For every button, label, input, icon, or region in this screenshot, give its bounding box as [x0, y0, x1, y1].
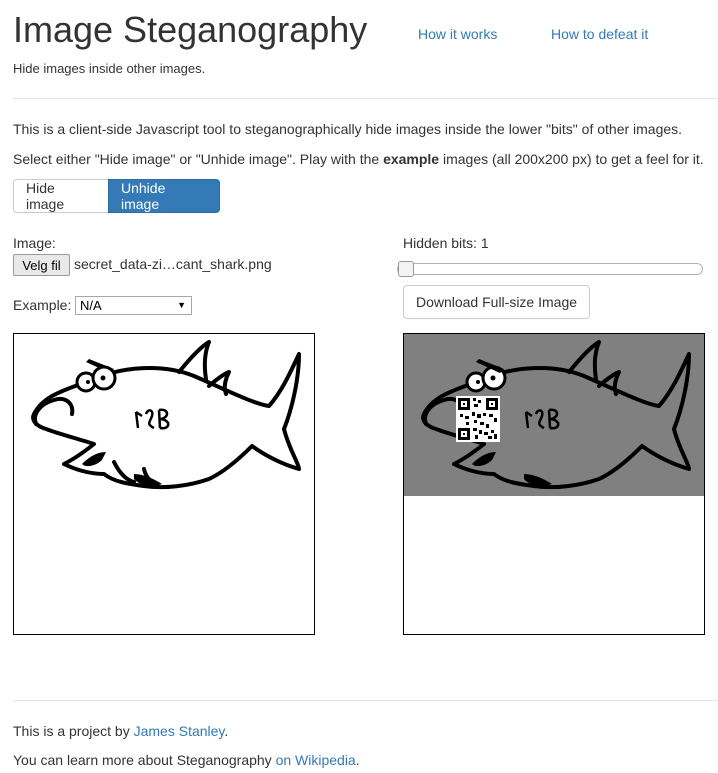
revealed-image-area — [404, 334, 704, 496]
example-label: Example: — [13, 297, 72, 313]
dropdown-arrow-icon: ▼ — [177, 300, 186, 310]
tagline: Hide images inside other images. — [13, 61, 206, 76]
hidden-bits-slider[interactable] — [397, 261, 703, 277]
page-title: Image Steganography — [13, 9, 368, 50]
choose-file-button[interactable]: Velg fil — [13, 254, 70, 276]
image-label: Image: — [13, 235, 56, 251]
download-fullsize-button[interactable]: Download Full-size Image — [403, 285, 590, 319]
nav-how-to-defeat-link[interactable]: How to defeat it — [551, 26, 648, 42]
revealed-shark-image — [404, 334, 704, 496]
footer-wikipedia: You can learn more about Steganography o… — [13, 752, 360, 768]
author-link[interactable]: James Stanley — [134, 723, 225, 739]
nav-how-it-works-link[interactable]: How it works — [418, 26, 497, 42]
footer-author: This is a project by James Stanley. — [13, 723, 229, 739]
selected-file-name: secret_data-zi…cant_shark.png — [74, 256, 272, 272]
hide-image-button[interactable]: Hide image — [13, 179, 109, 213]
unhide-image-button[interactable]: Unhide image — [108, 179, 220, 213]
revealed-image-canvas — [403, 333, 705, 635]
instructions-text: Select either "Hide image" or "Unhide im… — [13, 151, 704, 167]
hidden-bits-label: Hidden bits: 1 — [403, 235, 489, 251]
slider-thumb[interactable] — [398, 261, 414, 277]
footer-divider — [13, 700, 718, 701]
source-image-canvas — [13, 333, 315, 635]
wikipedia-link[interactable]: on Wikipedia — [276, 752, 356, 768]
example-emphasis: example — [383, 151, 440, 167]
mode-button-group: Hide image Unhide image — [13, 179, 220, 213]
example-select[interactable]: N/A ▼ — [75, 296, 192, 315]
qr-code-pattern — [456, 396, 500, 442]
example-select-value: N/A — [80, 298, 102, 313]
divider — [13, 98, 718, 99]
intro-text: This is a client-side Javascript tool to… — [13, 121, 683, 137]
shark-image — [31, 340, 301, 490]
